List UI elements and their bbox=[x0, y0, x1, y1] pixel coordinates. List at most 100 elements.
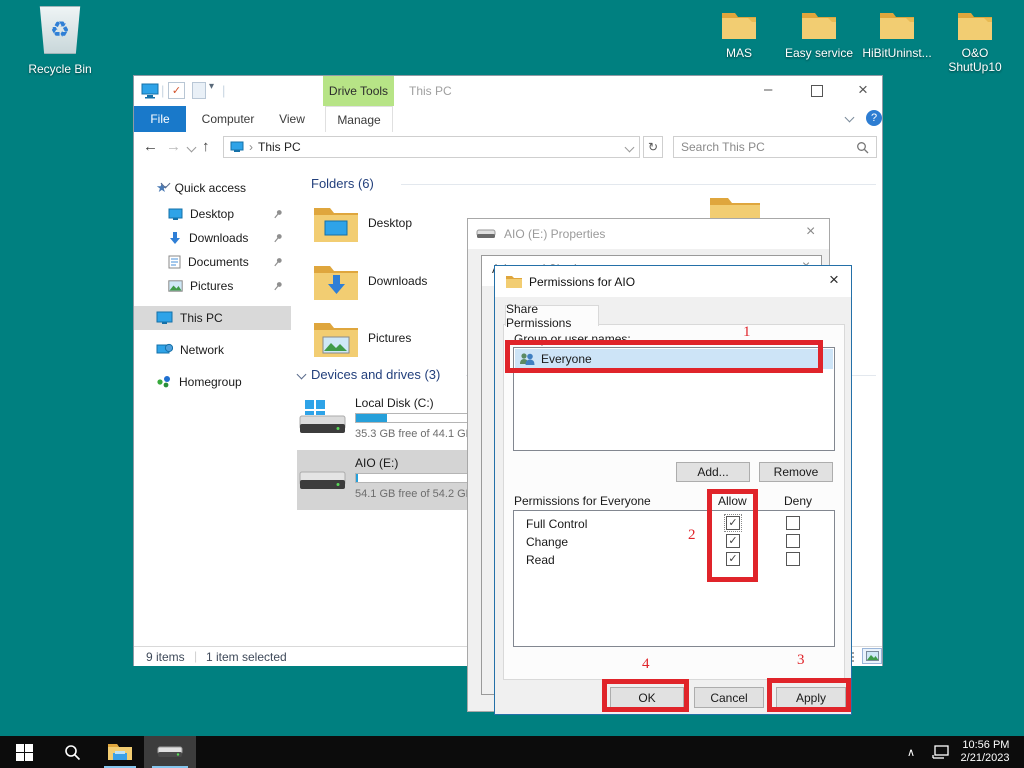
qat-properties-icon[interactable]: ✓ bbox=[168, 82, 185, 99]
picture-icon bbox=[168, 280, 183, 292]
pin-icon bbox=[273, 257, 283, 268]
pin-icon bbox=[273, 281, 283, 292]
deny-read-checkbox[interactable] bbox=[786, 552, 800, 566]
annotation-number-1: 1 bbox=[743, 324, 751, 341]
qat-newfolder-icon[interactable] bbox=[192, 82, 206, 99]
taskbar-search-button[interactable] bbox=[48, 736, 96, 768]
annotation-number-3: 3 bbox=[797, 652, 805, 669]
folder-icon bbox=[313, 318, 359, 358]
desktop-icon-mas[interactable]: MAS bbox=[701, 10, 777, 60]
permissions-dialog: Permissions for AIO × Share Permissions … bbox=[494, 265, 852, 715]
pin-icon bbox=[273, 233, 283, 244]
this-pc-icon bbox=[156, 311, 173, 325]
group-rule bbox=[401, 184, 876, 185]
drive-icon bbox=[299, 398, 347, 440]
file-explorer-icon bbox=[107, 742, 133, 762]
clock-date: 2/21/2023 bbox=[961, 752, 1010, 765]
recent-locations-dropdown-icon[interactable] bbox=[187, 143, 197, 153]
folders-group-header[interactable]: Folders (6) bbox=[311, 176, 374, 191]
sidebar-item-network[interactable]: Network bbox=[134, 338, 291, 362]
back-icon[interactable]: ← bbox=[143, 138, 158, 155]
pin-icon bbox=[273, 209, 283, 220]
tray-chevron-icon[interactable]: ∧ bbox=[898, 736, 924, 768]
sidebar-item-homegroup[interactable]: Homegroup bbox=[134, 370, 291, 394]
tab-file[interactable]: File bbox=[134, 106, 186, 132]
deny-change-checkbox[interactable] bbox=[786, 534, 800, 548]
permission-row-label: Full Control bbox=[526, 517, 587, 531]
sidebar-item-documents[interactable]: Documents bbox=[134, 250, 291, 274]
close-button[interactable]: × bbox=[858, 80, 868, 100]
deny-full-control-checkbox[interactable] bbox=[786, 516, 800, 530]
free-space-text: 54.1 GB free of 54.2 GB bbox=[355, 488, 473, 500]
ribbon-tabs: File Computer View Manage ? bbox=[134, 106, 882, 133]
tab-computer[interactable]: Computer bbox=[196, 106, 260, 132]
desktop: ♻ Recycle Bin MAS Easy service HiBitUnin… bbox=[0, 0, 1024, 768]
free-space-text: 35.3 GB free of 44.1 GB bbox=[355, 428, 473, 440]
folder-icon bbox=[879, 10, 915, 40]
add-button[interactable]: Add... bbox=[676, 462, 750, 482]
sidebar-item-pictures[interactable]: Pictures bbox=[134, 274, 291, 298]
shortcut-label: O&O bbox=[935, 46, 1015, 60]
start-button[interactable] bbox=[0, 736, 48, 768]
permissions-list: Full Control ✓ Change ✓ Read ✓ bbox=[513, 510, 835, 647]
desktop-icon-hibituninstaller[interactable]: HiBitUninst... bbox=[854, 10, 940, 60]
ribbon-collapse-icon[interactable] bbox=[845, 113, 855, 123]
forward-icon: → bbox=[166, 138, 181, 155]
drives-group-header[interactable]: Devices and drives (3) bbox=[311, 367, 440, 382]
maximize-button[interactable] bbox=[811, 85, 823, 97]
permission-row-label: Change bbox=[526, 535, 568, 549]
thumbnail-view-icon[interactable] bbox=[862, 648, 882, 664]
shortcut-label: HiBitUninst... bbox=[854, 46, 940, 60]
cancel-button[interactable]: Cancel bbox=[694, 687, 764, 708]
folder-icon bbox=[801, 10, 837, 40]
sidebar-item-this-pc[interactable]: This PC bbox=[134, 306, 291, 330]
close-icon[interactable]: × bbox=[806, 223, 815, 241]
address-bar[interactable]: › This PC bbox=[223, 136, 640, 158]
close-icon[interactable]: × bbox=[829, 270, 839, 290]
search-box[interactable]: Search This PC bbox=[673, 136, 877, 158]
search-placeholder: Search This PC bbox=[681, 140, 765, 154]
desktop-icon-easy-service[interactable]: Easy service bbox=[779, 10, 859, 60]
folder-icon bbox=[957, 10, 993, 40]
breadcrumb-location[interactable]: This PC bbox=[258, 140, 301, 154]
tab-share-permissions[interactable]: Share Permissions bbox=[505, 305, 599, 326]
drive-icon bbox=[156, 743, 184, 761]
drive-icon bbox=[476, 228, 496, 241]
tab-view[interactable]: View bbox=[268, 106, 316, 132]
folder-icon bbox=[313, 203, 359, 243]
folder-icon bbox=[313, 261, 359, 301]
annotation-box-step1 bbox=[505, 340, 823, 373]
taskbar-clock[interactable]: 10:56 PM 2/21/2023 bbox=[952, 736, 1018, 768]
sidebar-item-desktop[interactable]: Desktop bbox=[134, 202, 291, 226]
desktop-icon-oo-shutup10[interactable]: O&O ShutUp10 bbox=[935, 10, 1015, 74]
properties-title: AIO (E:) Properties bbox=[504, 227, 605, 241]
minimize-button[interactable]: – bbox=[764, 81, 772, 98]
taskbar-properties-window-button[interactable] bbox=[144, 736, 196, 768]
sidebar: ★ Quick access Desktop Downloads Documen… bbox=[134, 162, 291, 646]
tab-manage[interactable]: Manage bbox=[325, 106, 393, 133]
folder-icon bbox=[505, 274, 523, 289]
permissions-titlebar: Permissions for AIO × bbox=[495, 266, 851, 297]
remove-button[interactable]: Remove bbox=[759, 462, 833, 482]
document-icon bbox=[168, 255, 181, 269]
breadcrumb-sep-icon: › bbox=[249, 140, 253, 154]
help-icon[interactable]: ? bbox=[866, 110, 882, 126]
taskbar-file-explorer-button[interactable] bbox=[96, 736, 144, 768]
drive-icon bbox=[299, 462, 347, 498]
shortcut-label: ShutUp10 bbox=[935, 60, 1015, 74]
sidebar-item-quick-access[interactable]: ★ Quick access bbox=[134, 176, 291, 200]
qat-customize-dropdown[interactable]: ▾ bbox=[209, 81, 214, 92]
desktop-icon-recycle-bin[interactable]: ♻ Recycle Bin bbox=[14, 6, 106, 76]
up-icon[interactable]: ↑ bbox=[202, 138, 210, 155]
sidebar-item-downloads[interactable]: Downloads bbox=[134, 226, 291, 250]
folder-icon bbox=[721, 10, 757, 40]
this-pc-icon bbox=[230, 141, 244, 153]
drive-tools-contextual-tab[interactable]: Drive Tools bbox=[323, 76, 394, 106]
recycle-icon: ♻ bbox=[50, 17, 70, 43]
group-collapse-icon[interactable] bbox=[297, 370, 307, 380]
address-dropdown-icon[interactable] bbox=[625, 142, 635, 152]
refresh-button[interactable]: ↻ bbox=[643, 136, 663, 158]
explorer-titlebar: | ✓ ▾ | Drive Tools This PC – × bbox=[134, 76, 882, 106]
deny-column-header: Deny bbox=[784, 494, 812, 508]
download-arrow-icon bbox=[168, 231, 182, 245]
